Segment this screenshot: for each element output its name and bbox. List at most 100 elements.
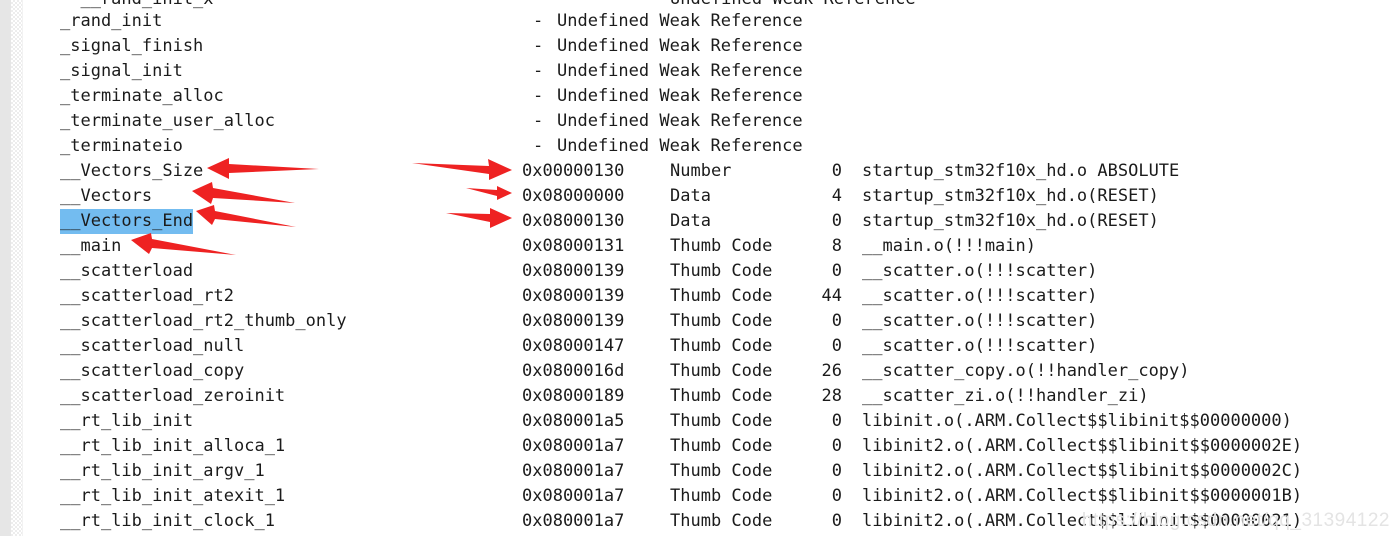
symbol-address: 0x08000189 <box>522 386 625 406</box>
symbol-size: 0 <box>831 511 842 531</box>
symbol-size: 0 <box>831 311 842 331</box>
symbol-address: 0x080001a7 <box>522 461 625 481</box>
table-row[interactable]: _signal_init - Undefined Weak Reference <box>0 59 1394 84</box>
symbol-address: - <box>533 111 544 131</box>
linker-map-viewer: __rand_init_x - Undefined Weak Reference… <box>0 0 1394 536</box>
table-row[interactable]: _terminate_alloc - Undefined Weak Referenc… <box>0 84 1394 109</box>
symbol-name: _terminate_alloc <box>60 86 224 106</box>
table-row[interactable]: __scatterload_null 0x08000147 Thumb Code 0 _… <box>0 334 1394 359</box>
table-row[interactable]: __Vectors 0x08000000 Data 4 startup_stm32f10… <box>0 184 1394 209</box>
symbol-name: __scatterload_null <box>60 336 245 356</box>
symbol-name: _signal_init <box>60 61 183 81</box>
symbol-type: Undefined Weak Reference <box>557 36 803 56</box>
table-row[interactable]: __rt_lib_init_alloca_1 0x080001a7 Thumb Co… <box>0 434 1394 459</box>
table-row[interactable]: __rand_init_x - Undefined Weak Reference <box>0 0 1394 9</box>
symbol-type: Undefined Weak Reference <box>557 86 803 106</box>
symbol-type: Thumb Code <box>670 386 773 406</box>
symbol-name: __rt_lib_init <box>60 411 194 431</box>
symbol-name: _rand_init <box>60 11 163 31</box>
symbol-type: Thumb Code <box>670 286 773 306</box>
symbol-name: __scatterload_rt2_thumb_only <box>60 311 347 331</box>
symbol-table: _rand_init - Undefined Weak Reference _sign… <box>0 9 1394 534</box>
symbol-object-section: __scatter.o(!!!scatter) <box>862 311 1098 331</box>
table-row[interactable]: _rand_init - Undefined Weak Reference <box>0 9 1394 34</box>
table-row[interactable]: _terminate_user_alloc - Undefined Weak Ref… <box>0 109 1394 134</box>
table-row[interactable]: __scatterload_rt2_thumb_only 0x08000139 Th… <box>0 309 1394 334</box>
symbol-address: 0x080001a7 <box>522 436 625 456</box>
symbol-size: 0 <box>831 486 842 506</box>
symbol-address: 0x08000139 <box>522 286 625 306</box>
symbol-object-section: libinit.o(.ARM.Collect$$libinit$$0000000… <box>862 411 1292 431</box>
symbol-size: 0 <box>831 461 842 481</box>
symbol-object-section: startup_stm32f10x_hd.o(RESET) <box>862 211 1159 231</box>
symbol-name: __Vectors <box>60 186 153 206</box>
symbol-name: _signal_finish <box>60 36 204 56</box>
table-row[interactable]: __scatterload_zeroinit 0x08000189 Thumb Co… <box>0 384 1394 409</box>
symbol-address: 0x080001a7 <box>522 511 625 531</box>
symbol-address: - <box>533 11 544 31</box>
symbol-object-section: startup_stm32f10x_hd.o ABSOLUTE <box>862 161 1180 181</box>
symbol-address: - <box>533 136 544 156</box>
symbol-size: 0 <box>831 261 842 281</box>
table-row[interactable]: __Vectors_End 0x08000130 Data 0 startup_stm3… <box>0 209 1394 234</box>
symbol-address: 0x08000130 <box>522 211 625 231</box>
symbol-size: 0 <box>831 211 842 231</box>
symbol-name: __scatterload <box>60 261 194 281</box>
symbol-size: 0 <box>831 161 842 181</box>
symbol-type: Thumb Code <box>670 261 773 281</box>
symbol-name: __rt_lib_init_clock_1 <box>60 511 275 531</box>
table-row[interactable]: _terminateio - Undefined Weak Reference <box>0 134 1394 159</box>
symbol-size: 0 <box>831 436 842 456</box>
symbol-size: 26 <box>821 361 842 381</box>
table-row[interactable]: __rt_lib_init_atexit_1 0x080001a7 Thumb Co… <box>0 484 1394 509</box>
symbol-object-section: __main.o(!!!main) <box>862 236 1036 256</box>
symbol-address: - <box>533 36 544 56</box>
symbol-object-section: __scatter.o(!!!scatter) <box>862 286 1098 306</box>
symbol-address: - <box>533 0 543 9</box>
symbol-address: - <box>533 61 544 81</box>
table-row[interactable]: __scatterload_copy 0x0800016d Thumb Code 26… <box>0 359 1394 384</box>
table-row[interactable]: __scatterload 0x08000139 Thumb Code 0 __scat… <box>0 259 1394 284</box>
symbol-name: __rand_init_x <box>60 0 213 9</box>
symbol-type: Thumb Code <box>670 361 773 381</box>
table-row[interactable]: __rt_lib_init_argv_1 0x080001a7 Thumb Code… <box>0 459 1394 484</box>
symbol-type: Thumb Code <box>670 311 773 331</box>
symbol-size: 0 <box>831 411 842 431</box>
symbol-address: 0x0800016d <box>522 361 625 381</box>
symbol-name: __scatterload_rt2 <box>60 286 234 306</box>
symbol-name: __scatterload_copy <box>60 361 245 381</box>
symbol-name: _terminate_user_alloc <box>60 111 275 131</box>
symbol-type: Thumb Code <box>670 411 773 431</box>
symbol-size: 0 <box>831 336 842 356</box>
symbol-type: Undefined Weak Reference <box>670 0 916 9</box>
table-row[interactable]: __scatterload_rt2 0x08000139 Thumb Code 44 _… <box>0 284 1394 309</box>
symbol-object-section: libinit2.o(.ARM.Collect$$libinit$$000000… <box>862 436 1303 456</box>
symbol-size: 28 <box>821 386 842 406</box>
watermark: https://blog.csdn.net/qq_31394122 <box>1081 510 1390 531</box>
symbol-type: Undefined Weak Reference <box>557 61 803 81</box>
symbol-address: 0x08000131 <box>522 236 625 256</box>
table-row[interactable]: __Vectors_Size 0x00000130 Number 0 startup_s… <box>0 159 1394 184</box>
symbol-address: 0x08000139 <box>522 261 625 281</box>
symbol-type: Data <box>670 186 711 206</box>
symbol-type: Thumb Code <box>670 486 773 506</box>
symbol-name: __main <box>60 236 122 256</box>
symbol-name: __rt_lib_init_atexit_1 <box>60 486 286 506</box>
symbol-type: Thumb Code <box>670 336 773 356</box>
symbol-object-section: startup_stm32f10x_hd.o(RESET) <box>862 186 1159 206</box>
table-row[interactable]: _signal_finish - Undefined Weak Reference <box>0 34 1394 59</box>
table-row[interactable]: __rt_lib_init 0x080001a5 Thumb Code 0 libini… <box>0 409 1394 434</box>
symbol-address: 0x00000130 <box>522 161 625 181</box>
symbol-type: Thumb Code <box>670 461 773 481</box>
symbol-name: __Vectors_Size <box>60 161 204 181</box>
symbol-object-section: __scatter.o(!!!scatter) <box>862 336 1098 356</box>
table-row[interactable]: __main 0x08000131 Thumb Code 8 __main.o(!!!m… <box>0 234 1394 259</box>
symbol-address: 0x080001a7 <box>522 486 625 506</box>
symbol-name: _terminateio <box>60 136 183 156</box>
symbol-address: 0x08000139 <box>522 311 625 331</box>
symbol-type: Thumb Code <box>670 511 773 531</box>
symbol-type: Undefined Weak Reference <box>557 11 803 31</box>
symbol-name: __rt_lib_init_alloca_1 <box>60 436 286 456</box>
symbol-name: __Vectors_End <box>60 209 194 234</box>
symbol-object-section: libinit2.o(.ARM.Collect$$libinit$$000000… <box>862 486 1303 506</box>
